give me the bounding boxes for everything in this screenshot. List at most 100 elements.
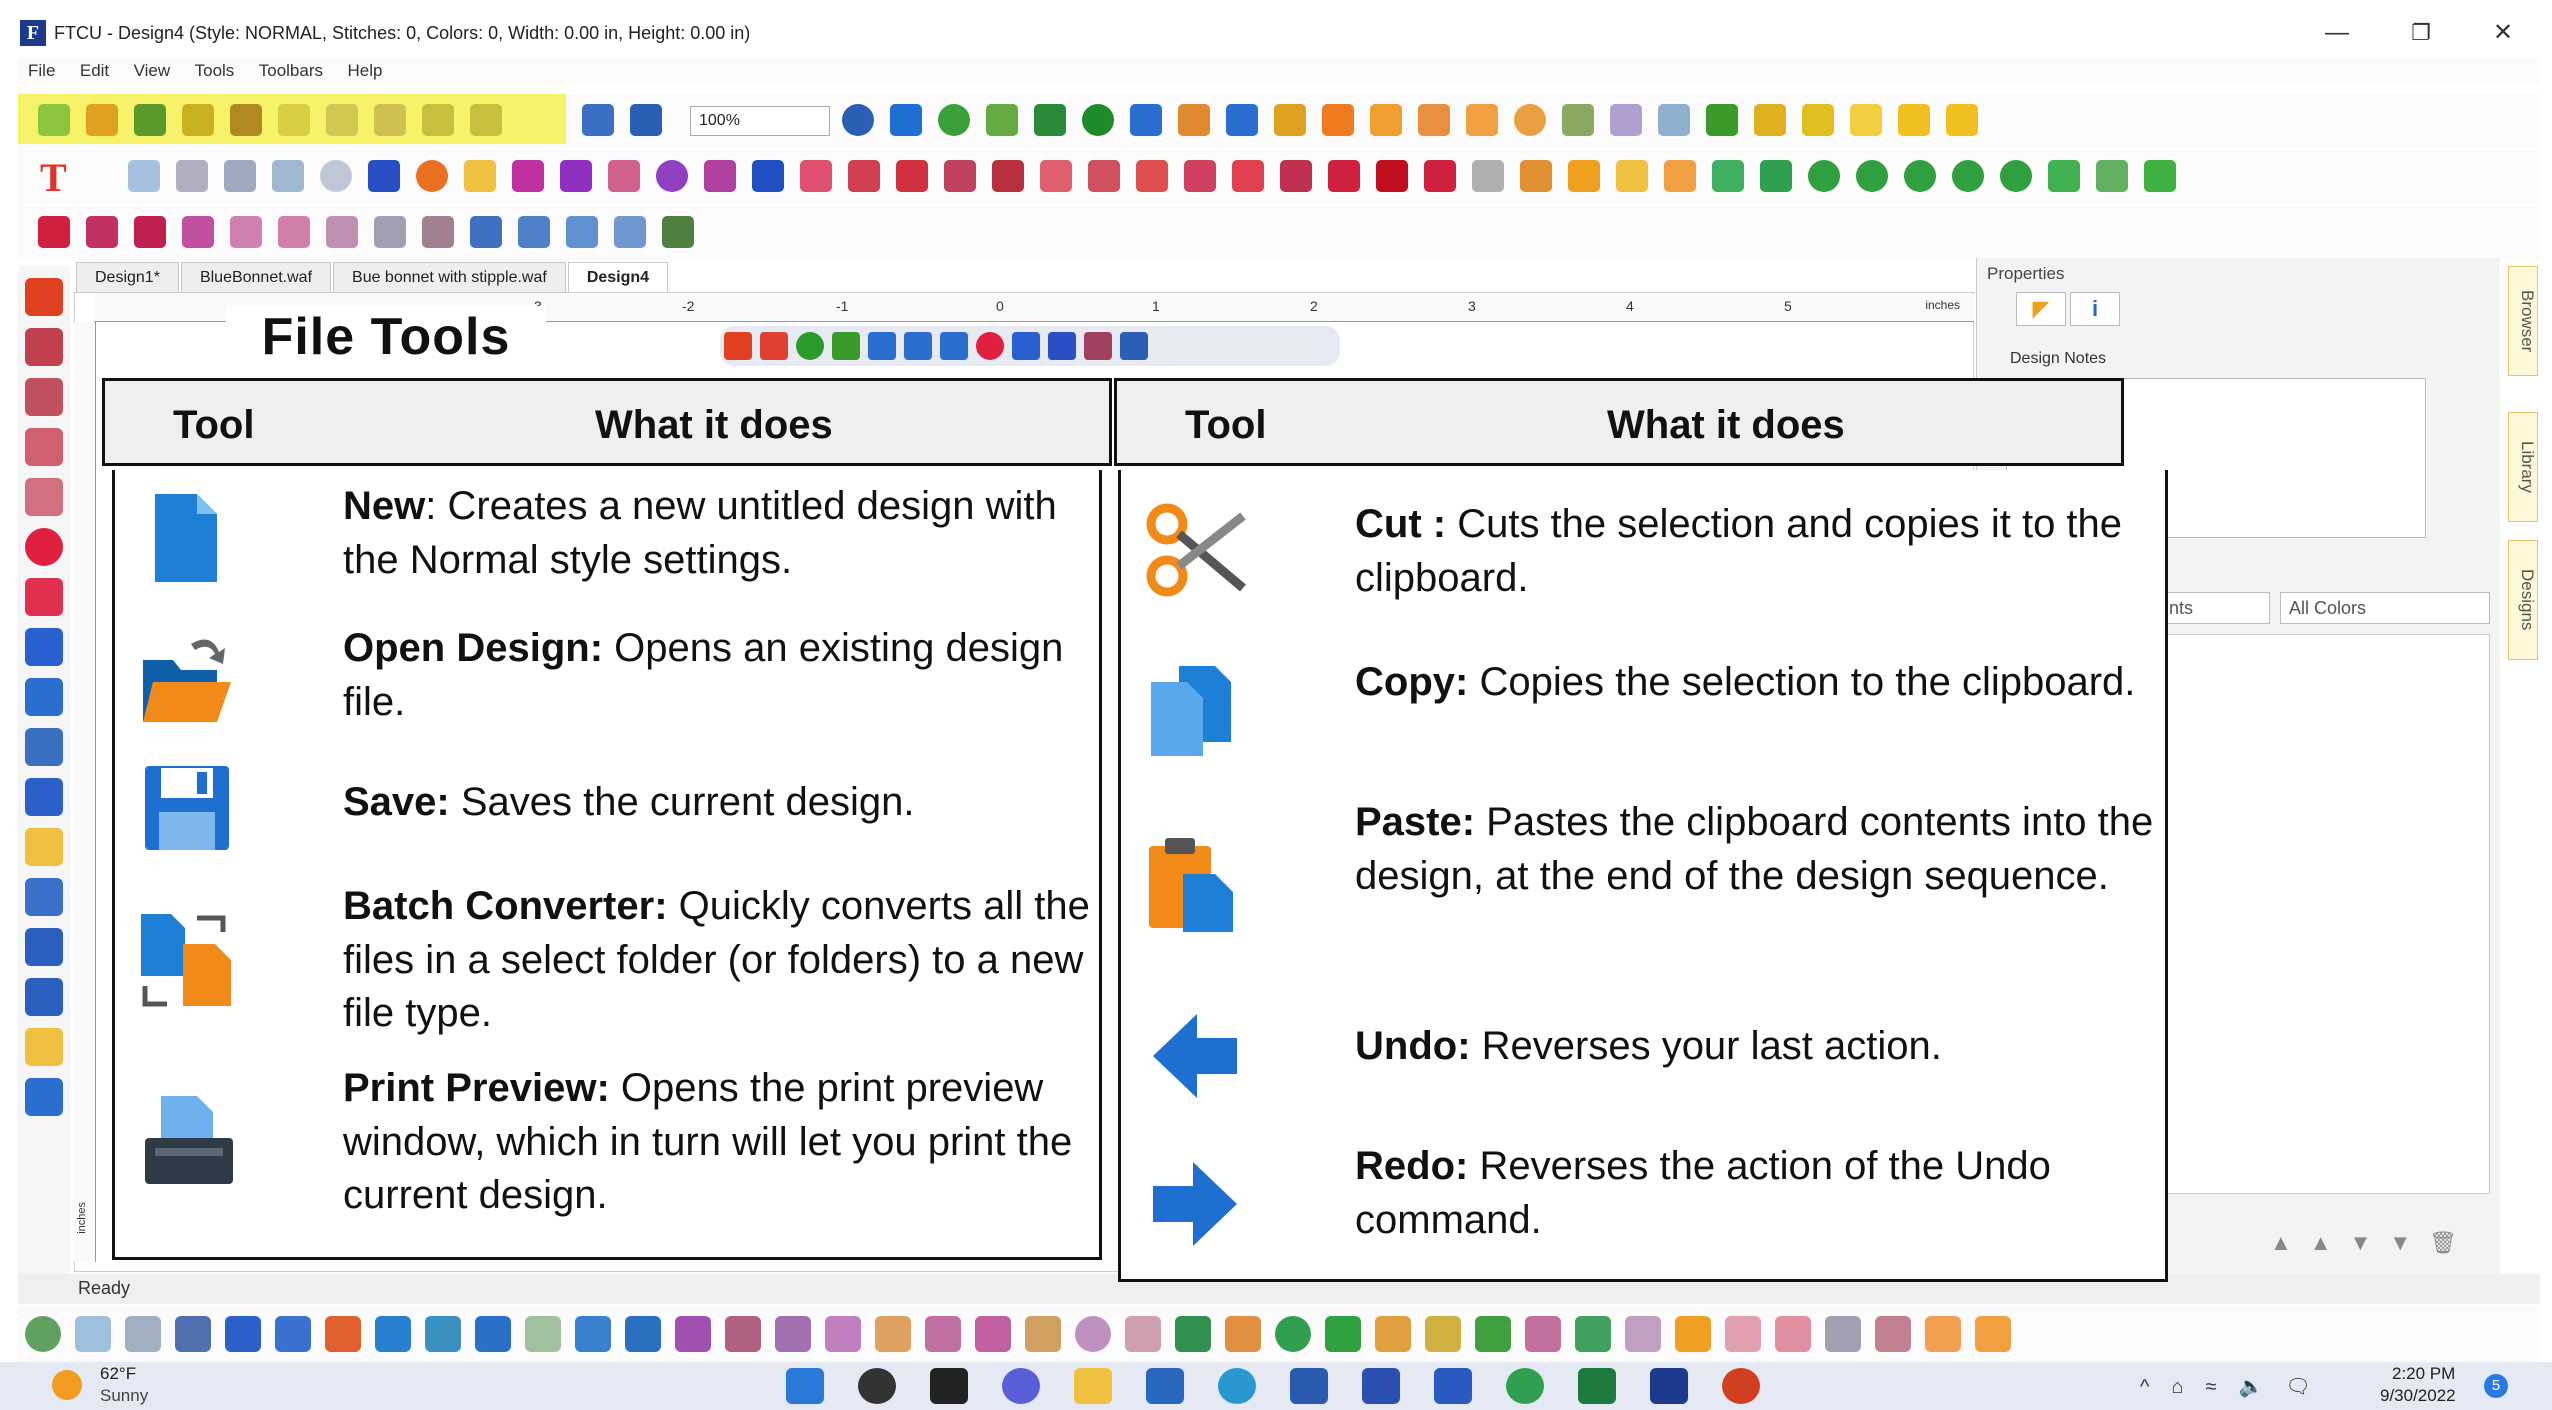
crown-icon[interactable]	[975, 1316, 1011, 1352]
pattern-icon[interactable]	[1424, 160, 1456, 192]
triple-stitch-icon[interactable]	[75, 1316, 111, 1352]
text-icon[interactable]	[760, 332, 788, 360]
grid-view-icon[interactable]	[582, 104, 614, 136]
menu-view[interactable]: View	[124, 58, 181, 84]
back-arrow-icon[interactable]	[904, 332, 932, 360]
snow-icon[interactable]	[128, 160, 160, 192]
frame-rose-icon[interactable]	[1775, 1316, 1811, 1352]
rotate-90-icon[interactable]	[1856, 160, 1888, 192]
wave-icon[interactable]	[375, 1316, 411, 1352]
cake-icon[interactable]	[1328, 160, 1360, 192]
star-gold-icon[interactable]	[1675, 1316, 1711, 1352]
scissors-icon[interactable]	[278, 104, 310, 136]
grid-3-icon[interactable]	[518, 216, 550, 248]
3d-icon[interactable]	[25, 628, 63, 666]
plaid-icon[interactable]	[1225, 1316, 1261, 1352]
new-file-icon[interactable]	[38, 104, 70, 136]
globe-icon[interactable]	[1082, 104, 1114, 136]
font-icon[interactable]	[368, 160, 400, 192]
word-doc-icon[interactable]	[1362, 1368, 1400, 1404]
wood-icon[interactable]	[1375, 1316, 1411, 1352]
node-edit-icon[interactable]	[25, 378, 63, 416]
brush-left-icon[interactable]	[25, 678, 63, 716]
applique-icon[interactable]	[848, 160, 880, 192]
duplicate-icon[interactable]	[2048, 160, 2080, 192]
grid-2-icon[interactable]	[470, 216, 502, 248]
bean-stitch-icon[interactable]	[125, 1316, 161, 1352]
quilt-home-icon[interactable]	[278, 216, 310, 248]
circle-icon[interactable]	[320, 160, 352, 192]
forward-arrow-icon[interactable]	[940, 332, 968, 360]
green-grid-icon[interactable]	[1575, 1316, 1611, 1352]
picture-icon[interactable]	[1658, 104, 1690, 136]
layers-icon[interactable]	[1562, 104, 1594, 136]
cross-icon[interactable]	[224, 160, 256, 192]
mask-icon[interactable]	[944, 160, 976, 192]
clock-date[interactable]: 9/30/2022	[2380, 1386, 2456, 1406]
rotate-icon[interactable]	[1808, 160, 1840, 192]
star-small-icon[interactable]	[775, 1316, 811, 1352]
star-pink-icon[interactable]	[825, 1316, 861, 1352]
start-icon[interactable]	[786, 1368, 824, 1404]
select-arrow-icon[interactable]	[724, 332, 752, 360]
edge-icon[interactable]	[1218, 1368, 1256, 1404]
rotate-180-icon[interactable]	[1904, 160, 1936, 192]
diagonal-icon[interactable]	[1875, 1316, 1911, 1352]
menu-help[interactable]: Help	[337, 58, 392, 84]
barcode-icon[interactable]	[662, 216, 694, 248]
open-folder-icon[interactable]	[86, 104, 118, 136]
frame-pink-icon[interactable]	[1725, 1316, 1761, 1352]
eye-icon[interactable]	[938, 104, 970, 136]
share-left-icon[interactable]	[25, 1078, 63, 1116]
hand-icon[interactable]	[1425, 1316, 1461, 1352]
stripe-icon[interactable]	[1625, 1316, 1661, 1352]
pen-icon[interactable]	[832, 332, 860, 360]
quilt-pattern-icon[interactable]	[182, 216, 214, 248]
thread-list[interactable]	[2160, 634, 2490, 1194]
ruler-icon[interactable]	[25, 578, 63, 616]
side-tab-library[interactable]: Library	[2508, 412, 2538, 522]
crop-icon[interactable]	[1280, 160, 1312, 192]
system-tray[interactable]: ^⌂≈🔈🗨	[2140, 1374, 2333, 1399]
sparkle-icon[interactable]	[464, 160, 496, 192]
tab-design4[interactable]: Design4	[567, 262, 669, 292]
paste-icon[interactable]	[374, 104, 406, 136]
ftcu-icon[interactable]	[1650, 1368, 1688, 1404]
hat-icon[interactable]	[1706, 104, 1738, 136]
cloud-icon[interactable]	[1610, 104, 1642, 136]
spray-icon[interactable]	[575, 1316, 611, 1352]
gear-icon[interactable]	[630, 104, 662, 136]
zoom-icon[interactable]	[976, 332, 1004, 360]
monogram-icon[interactable]	[608, 160, 640, 192]
hoop-icon[interactable]	[25, 928, 63, 966]
photo-icon[interactable]	[752, 160, 784, 192]
table-icon[interactable]	[25, 878, 63, 916]
text-tool-icon[interactable]: T	[40, 154, 67, 201]
menu-file[interactable]: File	[18, 58, 65, 84]
lasso-icon[interactable]	[25, 328, 63, 366]
excel-icon[interactable]	[1578, 1368, 1616, 1404]
undo-arrow-icon[interactable]	[422, 104, 454, 136]
ring-icon[interactable]	[416, 160, 448, 192]
tree-icon[interactable]	[272, 160, 304, 192]
weather-temp[interactable]: 62°F	[100, 1364, 136, 1384]
color-wheel-icon[interactable]	[1520, 160, 1552, 192]
tatami-icon[interactable]	[275, 1316, 311, 1352]
group-icon[interactable]	[2096, 160, 2128, 192]
arrow-down-icon[interactable]	[1946, 104, 1978, 136]
flame-icon[interactable]	[1322, 104, 1354, 136]
frame-grey-icon[interactable]	[1825, 1316, 1861, 1352]
chrome-icon[interactable]	[1506, 1368, 1544, 1404]
close-button[interactable]: ✕	[2468, 12, 2538, 54]
task-view-icon[interactable]	[930, 1368, 968, 1404]
merge-icon[interactable]	[1136, 160, 1168, 192]
font-icon[interactable]	[1048, 332, 1076, 360]
frame-icon[interactable]	[1466, 104, 1498, 136]
target-icon[interactable]	[25, 728, 63, 766]
motif-icon[interactable]	[325, 1316, 361, 1352]
grass-icon[interactable]	[1475, 1316, 1511, 1352]
spiral-icon[interactable]	[1075, 1316, 1111, 1352]
quilt-house-icon[interactable]	[230, 216, 262, 248]
notification-badge[interactable]: 5	[2484, 1374, 2508, 1398]
tab-design1[interactable]: Design1*	[76, 262, 179, 292]
